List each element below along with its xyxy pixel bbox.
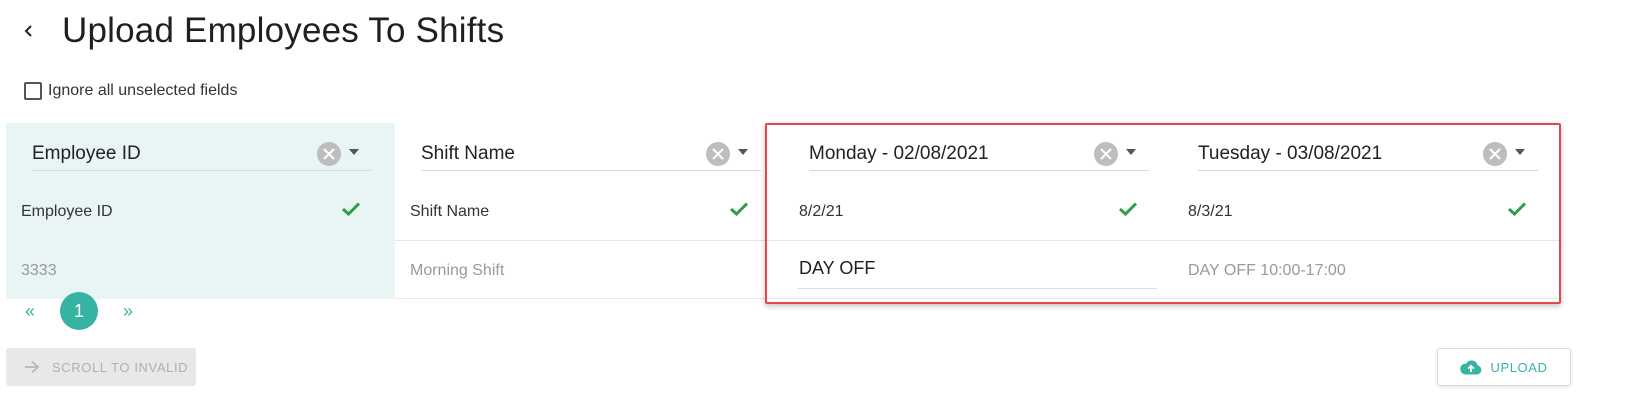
cell-value: Shift Name <box>410 203 490 220</box>
column-header: Tuesday - 03/08/2021 <box>1173 123 1562 185</box>
column-header: Shift Name <box>395 123 784 185</box>
chevron-left-icon <box>24 25 32 37</box>
dropdown-arrow-icon[interactable] <box>1126 149 1136 155</box>
pagination-current-page[interactable]: 1 <box>60 292 98 330</box>
column-header: Employee ID <box>6 123 395 185</box>
cloud-upload-icon <box>1460 360 1482 375</box>
check-icon <box>1508 202 1526 216</box>
scroll-to-invalid-label: SCROLL TO INVALID <box>52 359 189 375</box>
data-row-cell: 3333 <box>6 241 395 298</box>
column-mapping-value: Monday - 02/08/2021 <box>809 143 989 164</box>
check-icon <box>342 202 360 216</box>
pagination-next[interactable]: » <box>120 301 136 322</box>
upload-button[interactable]: UPLOAD <box>1437 348 1571 386</box>
scroll-to-invalid-button[interactable]: SCROLL TO INVALID <box>6 348 196 386</box>
cell-value: 8/3/21 <box>1188 203 1233 220</box>
cell-value: Employee ID <box>21 203 113 220</box>
dropdown-arrow-icon[interactable] <box>738 149 748 155</box>
clear-icon[interactable] <box>1094 142 1118 166</box>
header-row-cell: 8/2/21 <box>784 185 1173 241</box>
upload-label: UPLOAD <box>1490 359 1548 375</box>
header-row-cell: 8/3/21 <box>1173 185 1562 241</box>
clear-icon[interactable] <box>706 142 730 166</box>
header-row-cell: Shift Name <box>395 185 784 241</box>
column-shift-name: Shift Name Shift Name Morning Shift <box>395 123 784 299</box>
column-header: Monday - 02/08/2021 <box>784 123 1173 185</box>
ignore-unselected-option[interactable]: Ignore all unselected fields <box>24 82 237 100</box>
data-row-cell: Morning Shift <box>395 241 784 299</box>
back-button[interactable] <box>16 18 42 44</box>
pagination: « 1 » <box>22 292 136 330</box>
column-tuesday: Tuesday - 03/08/2021 8/3/21 DAY OFF 10:0… <box>1173 123 1562 299</box>
column-mapping-select[interactable]: Tuesday - 03/08/2021 <box>1198 138 1538 171</box>
clear-icon[interactable] <box>1483 142 1507 166</box>
header-row-cell: Employee ID <box>6 185 395 240</box>
check-icon <box>1119 202 1137 216</box>
data-row-cell: DAY OFF 10:00-17:00 <box>1173 241 1562 299</box>
ignore-unselected-checkbox[interactable] <box>24 82 42 100</box>
arrow-right-icon <box>24 360 40 374</box>
clear-icon[interactable] <box>317 142 341 166</box>
data-row-cell: DAY OFF <box>784 241 1173 299</box>
column-mapping-select[interactable]: Employee ID <box>32 138 372 171</box>
page-header: Upload Employees To Shifts <box>16 6 504 56</box>
column-mapping-value: Shift Name <box>421 143 515 164</box>
column-monday: Monday - 02/08/2021 8/2/21 DAY OFF <box>784 123 1173 299</box>
pagination-prev[interactable]: « <box>22 301 38 322</box>
cell-edit-input[interactable]: DAY OFF <box>797 249 1157 289</box>
cell-value: 3333 <box>21 262 57 279</box>
page-title: Upload Employees To Shifts <box>62 11 505 50</box>
dropdown-arrow-icon[interactable] <box>1515 149 1525 155</box>
cell-value: Morning Shift <box>410 262 505 279</box>
column-mapping-value: Tuesday - 03/08/2021 <box>1198 143 1383 164</box>
column-mapping-value: Employee ID <box>32 143 141 164</box>
ignore-unselected-label: Ignore all unselected fields <box>48 82 238 99</box>
dropdown-arrow-icon[interactable] <box>349 149 359 155</box>
column-mapping-select[interactable]: Monday - 02/08/2021 <box>809 138 1149 171</box>
cell-value: 8/2/21 <box>799 203 844 220</box>
column-employee-id: Employee ID Employee ID 3333 <box>6 123 395 299</box>
column-mapping-select[interactable]: Shift Name <box>421 138 761 171</box>
check-icon <box>730 202 748 216</box>
cell-value: DAY OFF 10:00-17:00 <box>1188 262 1346 279</box>
